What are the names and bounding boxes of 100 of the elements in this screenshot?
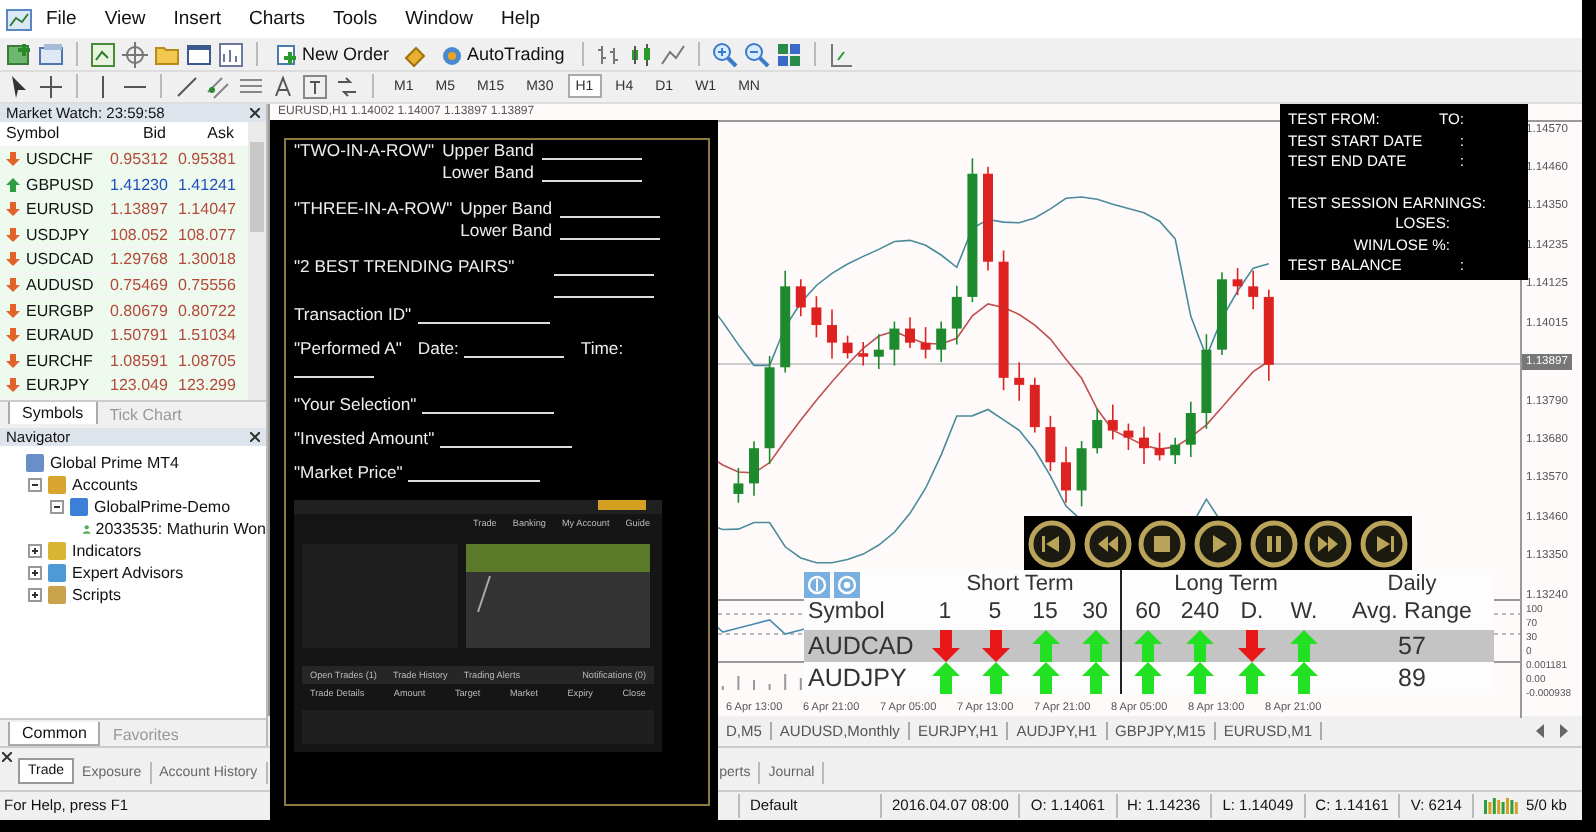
symbol-cell[interactable]: AUDJPY xyxy=(804,662,920,694)
zoom-out-icon[interactable] xyxy=(744,41,771,68)
connection-bars-icon xyxy=(1483,797,1520,814)
close-icon[interactable] xyxy=(250,431,260,442)
form-label: "2 BEST TRENDING PAIRS" xyxy=(294,256,515,280)
column-header: D. xyxy=(1238,598,1266,628)
form-label: Transaction ID" xyxy=(294,304,412,324)
column-header[interactable]: Symbol xyxy=(0,124,104,143)
scroll-right-icon[interactable] xyxy=(1558,723,1570,738)
crosshair-icon[interactable] xyxy=(38,73,64,100)
symbol-cell: EURJPY xyxy=(26,376,90,395)
tree-item[interactable]: Expert Advisors xyxy=(72,563,184,582)
channel-icon[interactable] xyxy=(206,73,232,100)
arrows-icon[interactable] xyxy=(334,73,360,100)
cursor-icon[interactable] xyxy=(6,73,32,100)
tree-item[interactable]: Scripts xyxy=(72,585,121,604)
bar-chart-icon[interactable] xyxy=(596,41,623,68)
scrollbar[interactable] xyxy=(248,121,266,400)
app-icon[interactable] xyxy=(6,7,32,32)
market-watch-icon[interactable] xyxy=(90,41,116,68)
tile-windows-icon[interactable] xyxy=(776,41,803,68)
bid-cell-text: 108.052 xyxy=(108,225,170,244)
column-header: W. xyxy=(1288,598,1320,628)
forward-button-icon[interactable] xyxy=(1304,520,1353,568)
autotrading-button[interactable]: AutoTrading xyxy=(433,39,571,70)
collapse-icon[interactable] xyxy=(50,499,64,514)
window-icon[interactable] xyxy=(186,41,212,68)
form-label: Lower Band xyxy=(442,162,534,182)
view-toggle-icon[interactable] xyxy=(834,571,860,597)
expand-icon[interactable] xyxy=(28,565,42,580)
close-icon[interactable] xyxy=(2,751,12,762)
column-header: 15 xyxy=(1030,598,1060,628)
menu-item[interactable]: File xyxy=(32,8,91,31)
form-label: Time: xyxy=(580,338,624,358)
form-label: "TWO-IN-A-ROW" xyxy=(294,140,435,160)
tree-item[interactable]: Global Prime MT4 xyxy=(50,453,179,472)
ask-cell-text: 1.08705 xyxy=(176,351,238,370)
column-header[interactable]: Bid xyxy=(104,124,172,143)
column-header: 240 xyxy=(1178,598,1222,628)
symbol-cell[interactable]: AUDCAD xyxy=(804,630,920,662)
last-button-icon[interactable] xyxy=(1360,520,1409,568)
menu-item[interactable]: Window xyxy=(391,8,487,31)
pause-button-icon[interactable] xyxy=(1249,520,1298,568)
column-header: 30 xyxy=(1080,598,1110,628)
menu-item[interactable]: Insert xyxy=(159,8,235,31)
play-button-icon[interactable] xyxy=(1193,520,1242,568)
scroll-left-icon[interactable] xyxy=(1534,723,1546,738)
bid-cell-text: 1.13897 xyxy=(108,200,170,219)
column-header[interactable]: Ask xyxy=(172,124,240,143)
line-chart-icon[interactable] xyxy=(660,41,687,68)
form-label: "Market Price" xyxy=(294,462,403,482)
rewind-button-icon[interactable] xyxy=(1083,520,1132,568)
panel-tab[interactable]: Common xyxy=(8,721,101,746)
column-header: 5 xyxy=(986,598,1004,628)
tree-item[interactable]: GlobalPrime-Demo xyxy=(94,497,231,516)
zoom-in-icon[interactable] xyxy=(712,41,739,68)
bid-cell-text: 0.95312 xyxy=(108,149,170,168)
symbol-cell: AUDUSD xyxy=(26,275,94,294)
chart-window-icon[interactable] xyxy=(218,41,244,68)
column-header: 60 xyxy=(1133,598,1163,628)
candlestick-icon[interactable] xyxy=(628,41,655,68)
tree-item[interactable]: Accounts xyxy=(72,475,138,494)
menu-item[interactable]: Help xyxy=(486,8,555,31)
ask-cell-text: 1.51034 xyxy=(176,326,238,345)
trendline-icon[interactable] xyxy=(174,73,200,100)
symbol-cell: EURUSD xyxy=(26,200,94,219)
form-label: "Your Selection" xyxy=(294,394,417,414)
tree-item[interactable]: 2033535: Mathurin Won xyxy=(95,519,266,538)
profiles-icon[interactable] xyxy=(38,41,64,68)
ask-cell-text: 0.95381 xyxy=(176,149,238,168)
bid-cell-text: 1.50791 xyxy=(108,326,170,345)
expand-icon[interactable] xyxy=(28,587,42,602)
text-label-icon[interactable] xyxy=(302,73,328,100)
tree-item[interactable]: Indicators xyxy=(72,541,142,560)
stop-button-icon[interactable] xyxy=(1138,520,1187,568)
new-chart-icon[interactable] xyxy=(6,41,32,68)
ask-cell-text: 123.299 xyxy=(176,376,238,395)
panel-tab[interactable]: Symbols xyxy=(8,401,98,424)
symbol-cell: GBPUSD xyxy=(26,175,94,194)
column-header: 1 xyxy=(936,598,954,628)
ask-cell-text: 0.80722 xyxy=(176,301,238,320)
close-icon[interactable] xyxy=(250,107,260,118)
first-button-icon[interactable] xyxy=(1027,520,1076,568)
crosshair-icon[interactable] xyxy=(122,41,148,68)
menu-item[interactable]: Tools xyxy=(318,8,392,31)
collapse-icon[interactable] xyxy=(28,477,42,492)
menu-item[interactable]: View xyxy=(90,8,160,31)
chart-shift-icon[interactable] xyxy=(828,41,855,68)
ask-cell-text: 1.14047 xyxy=(176,200,238,219)
form-label: Lower Band xyxy=(460,220,553,240)
bid-cell-text: 0.75469 xyxy=(108,275,170,294)
settings-toggle-icon[interactable] xyxy=(804,571,830,597)
column-header: Symbol xyxy=(806,598,887,628)
menu-item[interactable]: Charts xyxy=(235,8,319,31)
new-order-button[interactable]: New Order xyxy=(270,39,396,70)
group-header: Short Term xyxy=(964,572,1076,596)
form-label: "THREE-IN-A-ROW" xyxy=(294,198,453,218)
range-cell: 89 xyxy=(1398,664,1426,692)
text-icon[interactable] xyxy=(270,73,296,100)
expand-icon[interactable] xyxy=(28,543,42,558)
